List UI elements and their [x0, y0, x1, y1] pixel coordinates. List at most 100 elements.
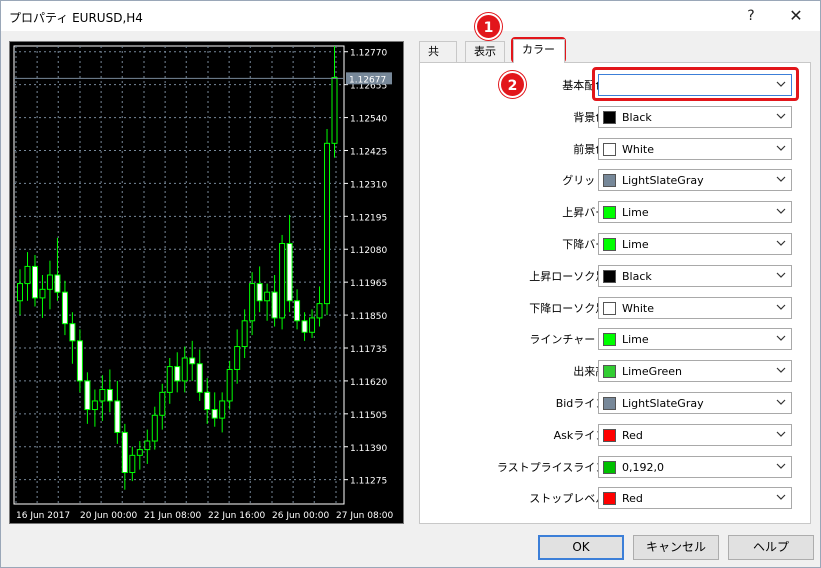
price-label: 1.12195 — [350, 213, 387, 223]
candle-body — [234, 346, 241, 370]
chart-preview: 1.12770 1.12655 1.12540 1.12425 1.12310 1.121… — [9, 41, 404, 524]
color-swatch — [603, 429, 616, 442]
color-select-value: White — [622, 143, 654, 156]
tab-colors[interactable]: カラー — [513, 39, 565, 63]
candle-body — [316, 303, 323, 319]
time-label: 20 Jun 00:00 — [80, 511, 137, 521]
price-label: 1.12540 — [350, 115, 387, 125]
price-label: 1.12770 — [350, 49, 387, 59]
plot-frame — [13, 45, 345, 505]
color-select[interactable]: White — [598, 297, 792, 319]
color-row-label: ラストプライスライン: — [496, 461, 610, 474]
candle-body — [219, 400, 226, 419]
candle-body — [294, 300, 301, 322]
candle-body — [106, 389, 113, 402]
color-swatch — [603, 492, 616, 505]
color-row: 背景色: Black — [420, 106, 810, 128]
color-select[interactable]: Lime — [598, 201, 792, 223]
price-label: 1.12310 — [350, 180, 387, 190]
color-swatch — [603, 302, 616, 315]
color-select[interactable]: Red — [598, 487, 792, 509]
chevron-down-icon — [776, 494, 786, 500]
chevron-down-icon — [776, 113, 786, 119]
chevron-down-icon — [776, 208, 786, 214]
candle-body — [249, 283, 256, 322]
candle-body — [196, 363, 203, 393]
candle-body — [211, 409, 218, 419]
candle-body — [136, 449, 143, 456]
time-label: 27 Jun 08:00 — [336, 511, 393, 521]
color-swatch — [603, 270, 616, 283]
tab-display[interactable]: 表示 — [465, 41, 505, 63]
color-row: ラインチャート: Lime — [420, 328, 810, 350]
color-row: 下降バー: Lime — [420, 233, 810, 255]
color-row: ラストプライスライン: 0,192,0 — [420, 456, 810, 478]
color-row: Askライン: Red — [420, 424, 810, 446]
ok-button[interactable]: OK — [538, 535, 624, 560]
candle-body — [271, 291, 278, 319]
candle-body — [17, 283, 23, 302]
color-select-value: Black — [622, 270, 652, 283]
color-select[interactable]: Black — [598, 106, 792, 128]
chart-svg: 1.127701.126551.125401.124251.123101.121… — [13, 45, 393, 521]
help-button[interactable]: ヘルプ — [728, 535, 814, 560]
color-select[interactable]: White — [598, 138, 792, 160]
color-select[interactable]: LightSlateGray — [598, 169, 792, 191]
candle-body — [189, 357, 196, 365]
chevron-down-icon — [776, 431, 786, 437]
candle-body — [204, 391, 211, 411]
color-select-value: 0,192,0 — [622, 461, 664, 474]
color-row: 上昇バー: Lime — [420, 201, 810, 223]
candle-body — [54, 274, 61, 293]
candle-body — [121, 431, 128, 474]
candle-body — [24, 265, 31, 285]
color-row: 前景色: White — [420, 138, 810, 160]
time-label: 21 Jun 08:00 — [144, 511, 201, 521]
color-select-value: Red — [622, 429, 643, 442]
color-select[interactable]: Lime — [598, 328, 792, 350]
chevron-down-icon — [776, 176, 786, 182]
color-select-value: White — [622, 302, 654, 315]
candle-body — [114, 400, 121, 433]
color-swatch — [603, 206, 616, 219]
color-row: 出来高: LimeGreen — [420, 360, 810, 382]
color-swatch — [603, 333, 616, 346]
chevron-down-icon — [776, 463, 786, 469]
chevron-down-icon — [776, 304, 786, 310]
candle-body — [91, 400, 98, 411]
chevron-down-icon — [776, 399, 786, 405]
color-row: 下降ローソク足: White — [420, 297, 810, 319]
color-select[interactable]: Lime — [598, 233, 792, 255]
color-swatch — [603, 174, 616, 187]
price-label: 1.11505 — [350, 411, 387, 421]
close-icon[interactable]: ✕ — [774, 1, 818, 31]
candle-body — [46, 274, 53, 290]
color-swatch — [603, 461, 616, 474]
price-label: 1.11850 — [350, 312, 387, 322]
candle-body — [331, 76, 338, 144]
step-badge-2: 2 — [499, 71, 526, 98]
candle-body — [174, 366, 181, 382]
color-swatch — [603, 365, 616, 378]
color-swatch — [603, 111, 616, 124]
candle-body — [241, 320, 248, 348]
color-select[interactable]: Red — [598, 424, 792, 446]
candle-body — [61, 291, 68, 325]
color-select-value: Black — [622, 111, 652, 124]
title-bar: プロパティ EURUSD,H4 ? ✕ — [1, 1, 820, 31]
tab-share[interactable]: 共有 — [419, 41, 457, 78]
color-select-value: LimeGreen — [622, 365, 682, 378]
color-select[interactable]: 0,192,0 — [598, 456, 792, 478]
candle-body — [159, 391, 166, 416]
cancel-button[interactable]: キャンセル — [633, 535, 719, 560]
color-swatch — [603, 238, 616, 251]
color-select[interactable]: Black — [598, 265, 792, 287]
candle-body — [309, 317, 316, 333]
help-icon[interactable]: ? — [729, 1, 773, 31]
color-select[interactable]: LightSlateGray — [598, 392, 792, 414]
price-label: 1.11965 — [350, 279, 387, 289]
chevron-down-icon — [776, 145, 786, 151]
candle-body — [84, 380, 91, 411]
time-label: 22 Jun 16:00 — [208, 511, 265, 521]
color-select[interactable]: LimeGreen — [598, 360, 792, 382]
